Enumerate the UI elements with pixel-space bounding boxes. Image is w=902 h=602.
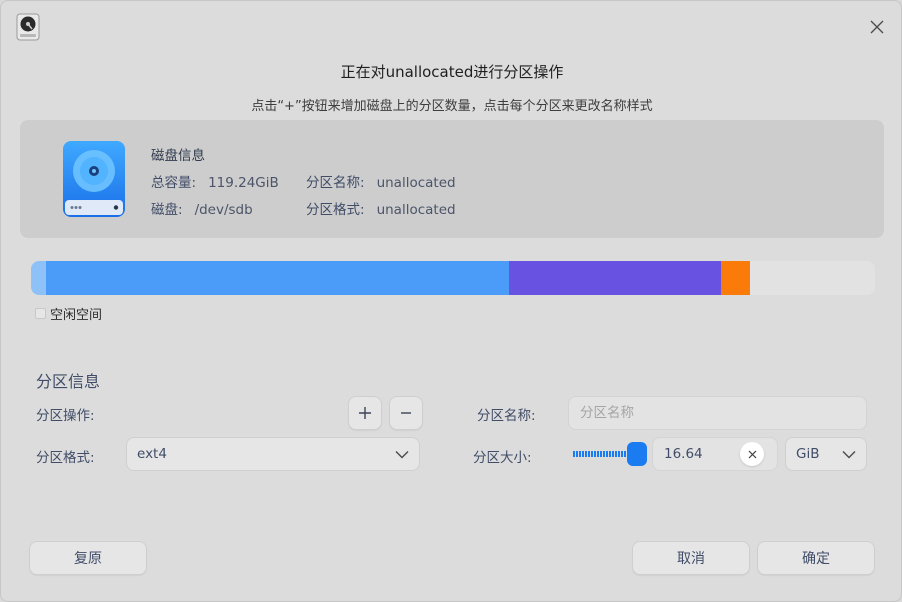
clear-icon bbox=[748, 450, 756, 458]
partition-segment-4[interactable] bbox=[720, 261, 751, 295]
format-label: 分区格式: bbox=[36, 450, 95, 466]
reset-button[interactable]: 复原 bbox=[29, 541, 147, 575]
close-icon bbox=[870, 20, 884, 34]
format-select-value: ext4 bbox=[137, 446, 167, 462]
partition-segment-1[interactable] bbox=[31, 261, 47, 295]
dialog-title: 正在对unallocated进行分区操作 bbox=[340, 63, 564, 81]
chevron-down-icon bbox=[842, 450, 856, 458]
disk-utility-icon bbox=[15, 13, 41, 41]
format-select[interactable]: ext4 bbox=[126, 437, 420, 471]
close-button[interactable] bbox=[865, 15, 889, 39]
capacity-value: 119.24GiB bbox=[208, 175, 279, 191]
partition-segment-5[interactable] bbox=[750, 261, 875, 295]
operation-label: 分区操作: bbox=[36, 408, 95, 424]
partition-name-input[interactable] bbox=[568, 396, 867, 430]
remove-partition-button[interactable] bbox=[389, 396, 423, 430]
part-name-value: unallocated bbox=[376, 175, 456, 191]
disk-info-heading: 磁盘信息 bbox=[151, 148, 205, 164]
partition-info-title: 分区信息 bbox=[36, 372, 101, 391]
clear-size-button[interactable] bbox=[740, 442, 764, 466]
size-input-box bbox=[652, 437, 778, 471]
partition-dialog: 正在对unallocated进行分区操作 点击“+”按钮来增加磁盘上的分区数量，… bbox=[0, 0, 902, 602]
free-space-label: 空闲空间 bbox=[50, 308, 103, 323]
size-unit-select[interactable]: GiB bbox=[785, 437, 867, 471]
cancel-button[interactable]: 取消 bbox=[632, 541, 750, 575]
part-format-row: 分区格式: unallocated bbox=[306, 198, 456, 218]
minus-icon bbox=[401, 412, 411, 414]
size-slider[interactable] bbox=[571, 442, 649, 466]
ok-button[interactable]: 确定 bbox=[757, 541, 875, 575]
capacity-row: 总容量: 119.24GiB bbox=[151, 171, 279, 191]
part-name-row: 分区名称: unallocated bbox=[306, 171, 456, 191]
size-input[interactable] bbox=[653, 438, 743, 470]
size-label: 分区大小: bbox=[473, 450, 532, 466]
partition-bar[interactable] bbox=[31, 261, 875, 295]
free-space-swatch bbox=[35, 308, 46, 319]
part-format-value: unallocated bbox=[376, 202, 456, 218]
legend-free-space: 空闲空间 bbox=[35, 304, 102, 323]
partition-segment-3[interactable] bbox=[508, 261, 721, 295]
disk-label: 磁盘: bbox=[151, 202, 183, 218]
part-name-label: 分区名称: bbox=[306, 175, 365, 191]
partition-segment-2[interactable] bbox=[46, 261, 509, 295]
size-slider-thumb[interactable] bbox=[627, 442, 647, 466]
chevron-down-icon bbox=[395, 450, 409, 458]
size-unit-value: GiB bbox=[796, 446, 820, 462]
capacity-label: 总容量: bbox=[151, 175, 197, 191]
size-slider-track bbox=[573, 451, 633, 457]
name-label: 分区名称: bbox=[477, 408, 536, 424]
add-partition-button[interactable] bbox=[348, 396, 382, 430]
disk-row: 磁盘: /dev/sdb bbox=[151, 198, 253, 218]
disk-value: /dev/sdb bbox=[194, 202, 253, 218]
disk-info-panel: 磁盘信息 总容量: 119.24GiB 磁盘: /dev/sdb 分区名称: unal… bbox=[20, 120, 884, 238]
hard-disk-icon bbox=[62, 140, 126, 218]
dialog-subtitle: 点击“+”按钮来增加磁盘上的分区数量，点击每个分区来更改名称样式 bbox=[251, 99, 653, 114]
part-format-label: 分区格式: bbox=[306, 202, 365, 218]
plus-icon bbox=[359, 407, 371, 419]
